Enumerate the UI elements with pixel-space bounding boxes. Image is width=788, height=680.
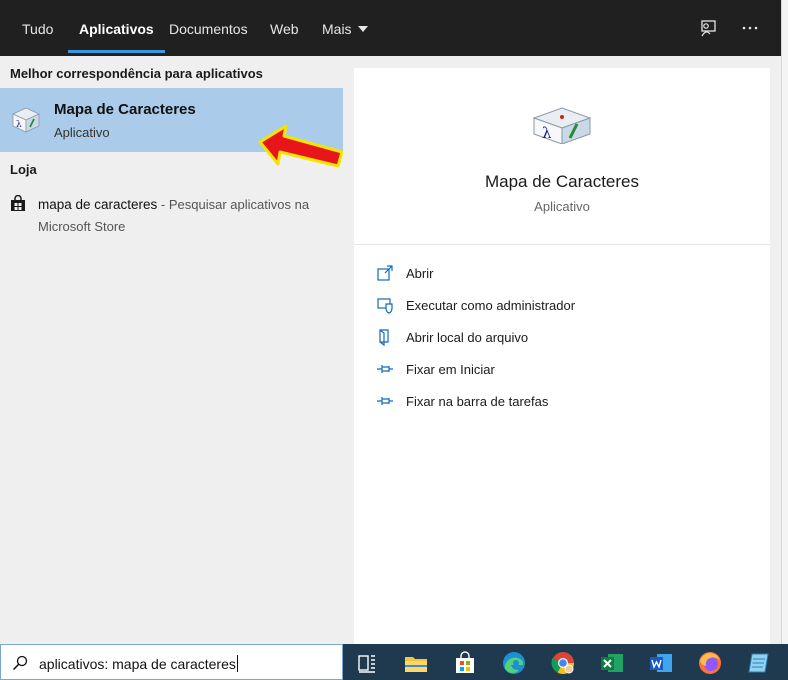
tab-apps[interactable]: Aplicativos bbox=[68, 0, 165, 56]
tab-all[interactable]: Tudo bbox=[22, 0, 53, 56]
tab-documents[interactable]: Documentos bbox=[169, 0, 248, 56]
text-caret bbox=[236, 655, 238, 672]
best-match-subtitle: Aplicativo bbox=[54, 125, 110, 140]
results-panel: Melhor correspondência para aplicativos … bbox=[0, 56, 344, 644]
open-icon bbox=[377, 265, 393, 281]
character-map-icon: λ bbox=[12, 107, 40, 133]
search-box[interactable]: aplicativos: mapa de caracteres bbox=[0, 644, 343, 680]
run-as-admin-label: Executar como administrador bbox=[406, 298, 576, 313]
app-title: Mapa de Caracteres bbox=[484, 172, 640, 191]
pin-to-taskbar-label: Fixar na barra de tarefas bbox=[406, 394, 549, 409]
edge-icon[interactable] bbox=[501, 650, 527, 676]
open-file-location-label: Abrir local do arquivo bbox=[406, 330, 529, 345]
search-tabs-bar: Tudo Aplicativos Documentos Web Mais bbox=[0, 0, 781, 56]
red-arrow-annotation bbox=[258, 124, 344, 168]
pin-to-taskbar-action[interactable]: Fixar na barra de tarefas bbox=[376, 390, 756, 414]
pin-icon bbox=[377, 397, 393, 405]
best-match-title: Mapa de Caracteres bbox=[54, 101, 196, 118]
app-subtitle: Aplicativo bbox=[534, 199, 590, 214]
search-input-value: aplicativos: mapa de caracteres bbox=[39, 656, 236, 672]
tab-web[interactable]: Web bbox=[270, 0, 299, 56]
open-action[interactable]: Abrir bbox=[376, 262, 756, 286]
tab-more-label: Mais bbox=[322, 21, 352, 37]
more-options-icon[interactable] bbox=[736, 14, 764, 42]
excel-icon[interactable] bbox=[599, 650, 625, 676]
chrome-icon[interactable] bbox=[550, 650, 576, 676]
store-result-title: mapa de caracteres bbox=[38, 197, 158, 212]
task-view-icon[interactable] bbox=[354, 650, 380, 676]
run-as-admin-action[interactable]: Executar como administrador bbox=[376, 294, 756, 318]
store-result-item[interactable]: mapa de caracteres - Pesquisar aplicativ… bbox=[0, 188, 343, 238]
divider bbox=[354, 244, 770, 245]
firefox-icon[interactable] bbox=[697, 650, 723, 676]
character-map-icon: λ bbox=[532, 107, 592, 144]
word-icon[interactable] bbox=[648, 650, 674, 676]
notepad-icon[interactable] bbox=[746, 650, 772, 676]
svg-text:λ: λ bbox=[16, 120, 22, 130]
open-file-location-action[interactable]: Abrir local do arquivo bbox=[376, 326, 756, 350]
file-location-icon bbox=[379, 329, 389, 346]
open-action-label: Abrir bbox=[406, 266, 434, 281]
pin-to-start-label: Fixar em Iniciar bbox=[406, 362, 495, 377]
pin-icon bbox=[377, 365, 393, 373]
file-explorer-icon[interactable] bbox=[403, 650, 429, 676]
store-heading: Loja bbox=[10, 162, 37, 177]
best-match-heading: Melhor correspondência para aplicativos bbox=[10, 66, 263, 81]
store-result-text: mapa de caracteres - Pesquisar aplicativ… bbox=[38, 194, 328, 238]
search-input[interactable]: aplicativos: mapa de caracteres bbox=[39, 655, 238, 672]
search-icon bbox=[12, 655, 28, 671]
feedback-icon[interactable] bbox=[695, 14, 723, 42]
shield-icon bbox=[377, 298, 393, 314]
tab-more[interactable]: Mais bbox=[322, 0, 368, 56]
pin-to-start-action[interactable]: Fixar em Iniciar bbox=[376, 358, 756, 382]
microsoft-store-icon[interactable] bbox=[452, 650, 478, 676]
store-bag-icon bbox=[11, 195, 25, 211]
app-detail-card: λ Mapa de Caracteres Aplicativo Abrir Ex… bbox=[354, 68, 770, 644]
svg-text:λ: λ bbox=[542, 124, 552, 142]
window-edge bbox=[781, 0, 788, 644]
chevron-down-icon bbox=[357, 26, 368, 32]
